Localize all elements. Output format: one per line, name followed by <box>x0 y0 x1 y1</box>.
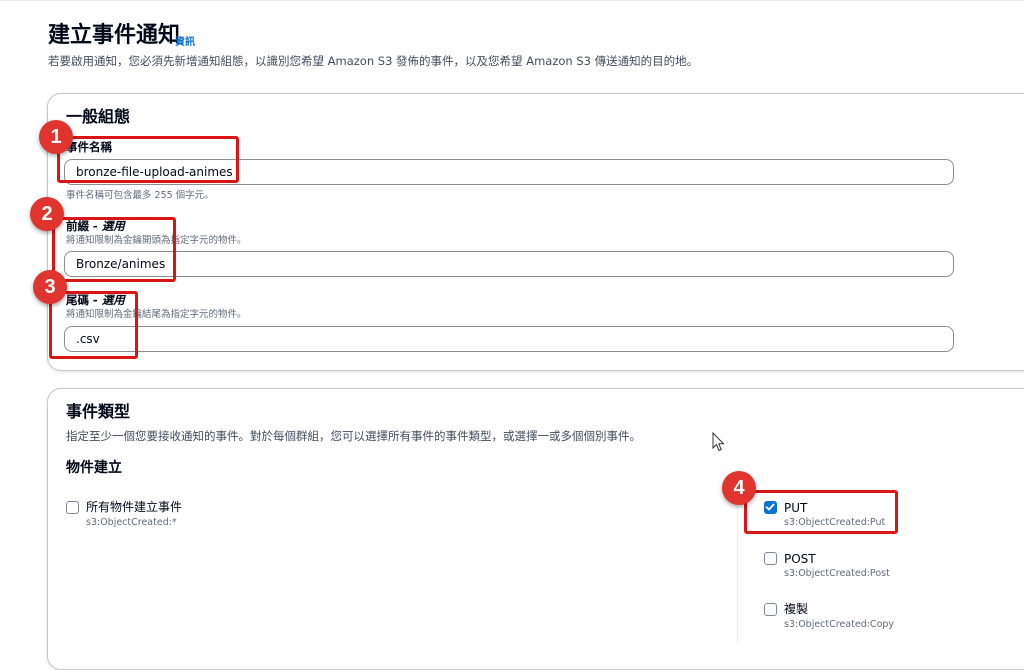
post-label: POST <box>784 552 816 566</box>
suffix-input[interactable] <box>64 326 954 352</box>
annotation-badge-3: 3 <box>33 270 67 304</box>
event-types-heading: 事件類型 <box>66 402 131 421</box>
post-sub: s3:ObjectCreated:Post <box>784 568 890 579</box>
page-description: 若要啟用通知，您必須先新增通知組態，以識別您希望 Amazon S3 發佈的事件… <box>48 54 699 68</box>
annotation-badge-4: 4 <box>722 471 756 505</box>
annotation-box-4 <box>744 490 898 534</box>
copy-label: 複製 <box>784 602 809 616</box>
copy-checkbox[interactable] <box>764 603 777 616</box>
copy-sub: s3:ObjectCreated:Copy <box>784 619 895 630</box>
all-object-create-label: 所有物件建立事件 <box>86 500 183 514</box>
annotation-badge-2: 2 <box>30 197 64 231</box>
event-name-hint: 事件名稱可包含最多 255 個字元。 <box>66 190 214 201</box>
annotation-box-3 <box>49 291 138 359</box>
object-creation-heading: 物件建立 <box>66 460 122 476</box>
all-object-create-sub: s3:ObjectCreated:* <box>86 517 177 528</box>
post-checkbox[interactable] <box>764 552 777 565</box>
annotation-box-1 <box>57 136 239 183</box>
annotation-box-2 <box>52 217 176 282</box>
top-divider <box>0 0 1024 1</box>
page-title: 建立事件通知 <box>48 23 181 48</box>
annotation-badge-1: 1 <box>39 120 73 154</box>
event-types-description: 指定至少一個您要接收通知的事件。對於每個群組，您可以選擇所有事件的事件類型，或選… <box>66 429 641 443</box>
all-object-create-checkbox[interactable] <box>66 501 79 514</box>
prefix-input[interactable] <box>64 251 954 277</box>
mouse-pointer-icon <box>712 432 725 452</box>
info-link[interactable]: 資訊 <box>175 33 195 48</box>
general-config-heading: 一般組態 <box>66 107 131 126</box>
